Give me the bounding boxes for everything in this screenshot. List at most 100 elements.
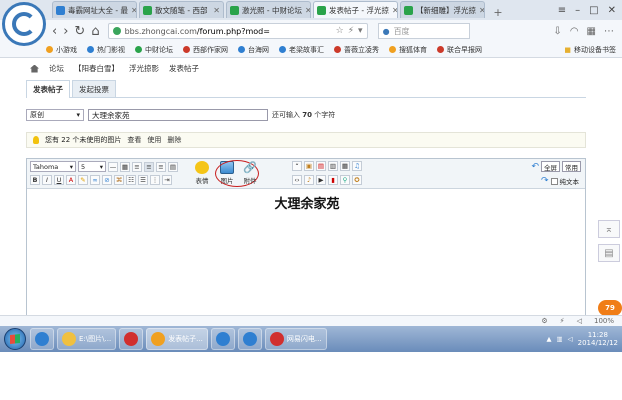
bookmark-item[interactable]: 台海网: [238, 45, 269, 55]
forward-icon[interactable]: ›: [63, 24, 68, 39]
lock-icon[interactable]: ▣: [304, 161, 314, 171]
address-bar[interactable]: bbs.zhongcai.com/forum.php?mod= ☆ ⚡ ▾: [107, 23, 368, 39]
view-link[interactable]: 查看: [127, 135, 141, 145]
zoom-level[interactable]: 100%: [594, 317, 614, 325]
menu-icon[interactable]: ≡: [558, 5, 566, 16]
taskbar-item[interactable]: [30, 328, 54, 350]
bookmark-item[interactable]: 老梁故事汇: [279, 45, 324, 55]
bookmark-item[interactable]: 小游戏: [46, 45, 77, 55]
use-link[interactable]: 使用: [147, 135, 161, 145]
bookmark-item[interactable]: 联合早报网: [437, 45, 482, 55]
browser-logo-icon[interactable]: [2, 2, 46, 46]
category-select[interactable]: 原创 ▾: [26, 109, 84, 121]
bookmark-item[interactable]: 搜狐体育: [389, 45, 427, 55]
tab-close-icon[interactable]: ✕: [305, 6, 310, 15]
delete-link[interactable]: 删除: [167, 135, 181, 145]
close-icon[interactable]: ✕: [608, 5, 616, 16]
bold-icon[interactable]: B: [30, 175, 40, 185]
bookmark-item[interactable]: 蔷薇立凌秀: [334, 45, 379, 55]
free-icon[interactable]: ▤: [316, 161, 326, 171]
mobile-bookmarks[interactable]: ■ 移动设备书签: [564, 45, 622, 55]
taskbar-item[interactable]: E:\图片\...: [57, 328, 117, 350]
italic-icon[interactable]: I: [42, 175, 52, 185]
grid-icon[interactable]: ▦: [587, 26, 596, 37]
plain-text-checkbox[interactable]: [550, 177, 558, 185]
align-center-icon[interactable]: ≡: [144, 161, 154, 172]
browser-tab[interactable]: 散文随笔 - 西部 ✕: [139, 1, 224, 18]
reply-button[interactable]: ▤: [598, 244, 620, 262]
award-icon[interactable]: ✪: [352, 175, 362, 185]
bookmark-item[interactable]: 西部作家网: [183, 45, 228, 55]
size-select[interactable]: 5 ▾: [78, 161, 106, 172]
emoji-button[interactable]: 表情: [195, 161, 209, 185]
dropdown-icon[interactable]: ▾: [358, 26, 363, 36]
flash-status-icon[interactable]: ⚡: [560, 317, 565, 325]
bookmark-star-icon[interactable]: ☆: [336, 26, 344, 36]
list-icon[interactable]: ☷: [126, 175, 136, 185]
chart-icon[interactable]: ▮: [328, 175, 338, 185]
quote-icon[interactable]: “: [292, 161, 302, 171]
taskbar-item[interactable]: [237, 328, 262, 350]
indent-icon[interactable]: ⇥: [162, 175, 172, 185]
tab-close-icon[interactable]: ✕: [392, 6, 397, 15]
common-button[interactable]: 常用: [562, 161, 581, 172]
home-icon[interactable]: ⌂: [91, 24, 99, 39]
bookmark-item[interactable]: 中财论坛: [135, 45, 173, 55]
lightning-icon[interactable]: ⚡: [348, 26, 354, 36]
browser-tab[interactable]: 【新细雕】浮光掠✕: [400, 1, 485, 18]
browser-tab[interactable]: 毒霸网址大全 - 最✕: [52, 1, 137, 18]
clock[interactable]: 11:28 2014/12/12: [578, 331, 618, 347]
crumb-forum[interactable]: 论坛: [49, 63, 64, 74]
fullscreen-button[interactable]: 全屏: [541, 161, 560, 172]
format-brush-icon[interactable]: ⌘: [114, 175, 124, 185]
tray-up-icon[interactable]: ▲: [546, 335, 551, 343]
taskbar-item[interactable]: 网易闪电...: [264, 328, 327, 350]
home-icon[interactable]: [30, 64, 39, 73]
editor-content-title[interactable]: 大理余家苑: [27, 193, 587, 212]
settings-icon[interactable]: ⚙: [541, 317, 547, 325]
search-icon[interactable]: ⚲: [340, 175, 350, 185]
align-left-icon[interactable]: ≡: [132, 161, 142, 172]
taskbar-item[interactable]: 发表帖子...: [146, 328, 208, 350]
plain-text-toggle[interactable]: ↷ 纯文本: [541, 176, 579, 186]
table-insert-icon[interactable]: ▦: [340, 161, 350, 171]
minimize-icon[interactable]: –: [575, 5, 580, 16]
tab-close-icon[interactable]: ✕: [213, 6, 220, 15]
flash-icon[interactable]: ♫: [352, 161, 362, 171]
line-height-icon[interactable]: —: [108, 161, 118, 172]
speed-badge[interactable]: 79: [598, 300, 622, 316]
redo-icon[interactable]: ↷: [541, 176, 549, 186]
more-icon[interactable]: ⋯: [604, 26, 614, 37]
link-icon[interactable]: ∞: [90, 175, 100, 185]
reload-icon[interactable]: ↻: [74, 24, 85, 39]
browser-tab[interactable]: 发表帖子 - 浮光掠✕: [313, 1, 398, 18]
tab-close-icon[interactable]: ✕: [479, 6, 484, 15]
crumb-section[interactable]: 【阳春白雪】: [74, 63, 119, 74]
float-icon[interactable]: ▤: [168, 161, 178, 172]
table-icon[interactable]: ▦: [120, 161, 130, 172]
maximize-icon[interactable]: □: [589, 5, 598, 16]
bullet-list-icon[interactable]: ⋮: [150, 175, 160, 185]
crumb-subforum[interactable]: 浮光掠影: [129, 63, 159, 74]
tab-post[interactable]: 发表帖子: [26, 80, 70, 98]
bg-color-icon[interactable]: ✎: [78, 175, 88, 185]
wifi-icon[interactable]: ◠: [570, 26, 579, 37]
tab-poll[interactable]: 发起投票: [72, 80, 116, 97]
start-button[interactable]: [4, 328, 26, 350]
taskbar-item[interactable]: [119, 328, 144, 350]
network-icon[interactable]: ▥: [556, 335, 562, 343]
taskbar-item[interactable]: [210, 328, 235, 350]
font-select[interactable]: Tahoma ▾: [30, 161, 76, 172]
tab-close-icon[interactable]: ✕: [131, 6, 136, 15]
underline-icon[interactable]: U: [54, 175, 64, 185]
new-tab-button[interactable]: +: [487, 4, 509, 20]
volume-tray-icon[interactable]: ◁: [568, 335, 573, 343]
bookmark-item[interactable]: 热门影视: [87, 45, 125, 55]
font-color-icon[interactable]: A: [66, 175, 76, 185]
download-icon[interactable]: ⇩: [553, 26, 561, 37]
unlink-icon[interactable]: ⊘: [102, 175, 112, 185]
search-box[interactable]: ● 百度: [377, 23, 470, 39]
music-icon[interactable]: ♪: [304, 175, 314, 185]
back-icon[interactable]: ‹: [52, 24, 57, 39]
undo-icon[interactable]: ↶: [531, 162, 539, 172]
